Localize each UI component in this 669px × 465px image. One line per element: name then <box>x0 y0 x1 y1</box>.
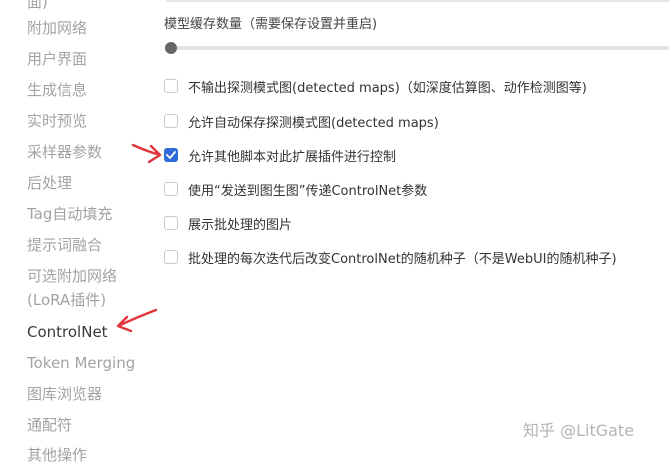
sidebar-item-other-actions[interactable]: 其他操作 <box>27 445 87 465</box>
checkbox-allow-script-control[interactable] <box>164 148 178 162</box>
sidebar-item-image-browser[interactable]: 图库浏览器 <box>27 384 102 404</box>
sidebar-item-wildcards[interactable]: 通配符 <box>27 415 72 435</box>
sidebar-item-additional-networks[interactable]: 可选附加网络 <box>27 266 117 286</box>
annotation-arrow-controlnet <box>116 308 158 333</box>
sidebar-item-controlnet[interactable]: ControlNet <box>27 322 108 342</box>
option-no-detected-maps[interactable]: 不输出探测模式图(detected maps)（如深度估算图、动作检测图等) <box>164 77 587 96</box>
sidebar-item-postprocessing[interactable]: 后处理 <box>27 173 72 193</box>
option-label: 不输出探测模式图(detected maps)（如深度估算图、动作检测图等) <box>188 80 587 96</box>
checkbox-show-batch-images[interactable] <box>164 216 178 230</box>
option-autosave-detected-maps[interactable]: 允许自动保存探测模式图(detected maps) <box>164 112 439 131</box>
checkbox-autosave-detected-maps[interactable] <box>164 114 178 128</box>
sidebar-item-token-merging[interactable]: Token Merging <box>27 353 135 373</box>
annotation-arrow-checkbox <box>131 143 162 164</box>
sidebar-item-prev[interactable]: 面) <box>27 0 48 12</box>
sidebar-item-prompt-fusion[interactable]: 提示词融合 <box>27 235 102 255</box>
top-divider <box>166 0 669 2</box>
watermark: 知乎 @LitGate <box>523 421 635 440</box>
settings-sidebar: 面) 附加网络 用户界面 生成信息 实时预览 采样器参数 后处理 Tag自动填充… <box>0 0 150 464</box>
sidebar-item-infotext[interactable]: 生成信息 <box>27 80 87 100</box>
option-label: 批处理的每次迭代后改变ControlNet的随机种子（不是WebUI的随机种子) <box>188 251 617 267</box>
sidebar-item-extra-networks[interactable]: 附加网络 <box>27 18 87 38</box>
option-label: 允许其他脚本对此扩展插件进行控制 <box>188 149 397 165</box>
checkbox-batch-random-seed[interactable] <box>164 250 178 264</box>
option-pass-params-img2img[interactable]: 使用“发送到图生图”传递ControlNet参数 <box>164 180 428 199</box>
controlnet-settings-panel: 模型缓存数量（需要保存设置并重启) 不输出探测模式图(detected maps… <box>150 0 669 456</box>
option-allow-script-control[interactable]: 允许其他脚本对此扩展插件进行控制 <box>164 146 397 165</box>
model-cache-slider-thumb[interactable] <box>165 42 177 54</box>
option-label: 使用“发送到图生图”传递ControlNet参数 <box>188 183 428 199</box>
model-cache-slider-track[interactable] <box>168 46 669 50</box>
checkbox-pass-params-img2img[interactable] <box>164 182 178 196</box>
option-batch-random-seed[interactable]: 批处理的每次迭代后改变ControlNet的随机种子（不是WebUI的随机种子) <box>164 248 617 267</box>
sidebar-item-additional-networks-sub[interactable]: (LoRA插件) <box>27 290 106 310</box>
option-label: 展示批处理的图片 <box>188 217 293 233</box>
option-show-batch-images[interactable]: 展示批处理的图片 <box>164 214 293 233</box>
option-label: 允许自动保存探测模式图(detected maps) <box>188 115 439 131</box>
model-cache-slider-label: 模型缓存数量（需要保存设置并重启) <box>164 17 378 32</box>
checkbox-no-detected-maps[interactable] <box>164 79 178 93</box>
sidebar-item-tag-autocomplete[interactable]: Tag自动填充 <box>27 204 112 224</box>
checkmark-icon <box>166 151 176 159</box>
sidebar-item-sampler-params[interactable]: 采样器参数 <box>27 142 102 162</box>
sidebar-item-user-interface[interactable]: 用户界面 <box>27 49 87 69</box>
sidebar-item-live-preview[interactable]: 实时预览 <box>27 111 87 131</box>
